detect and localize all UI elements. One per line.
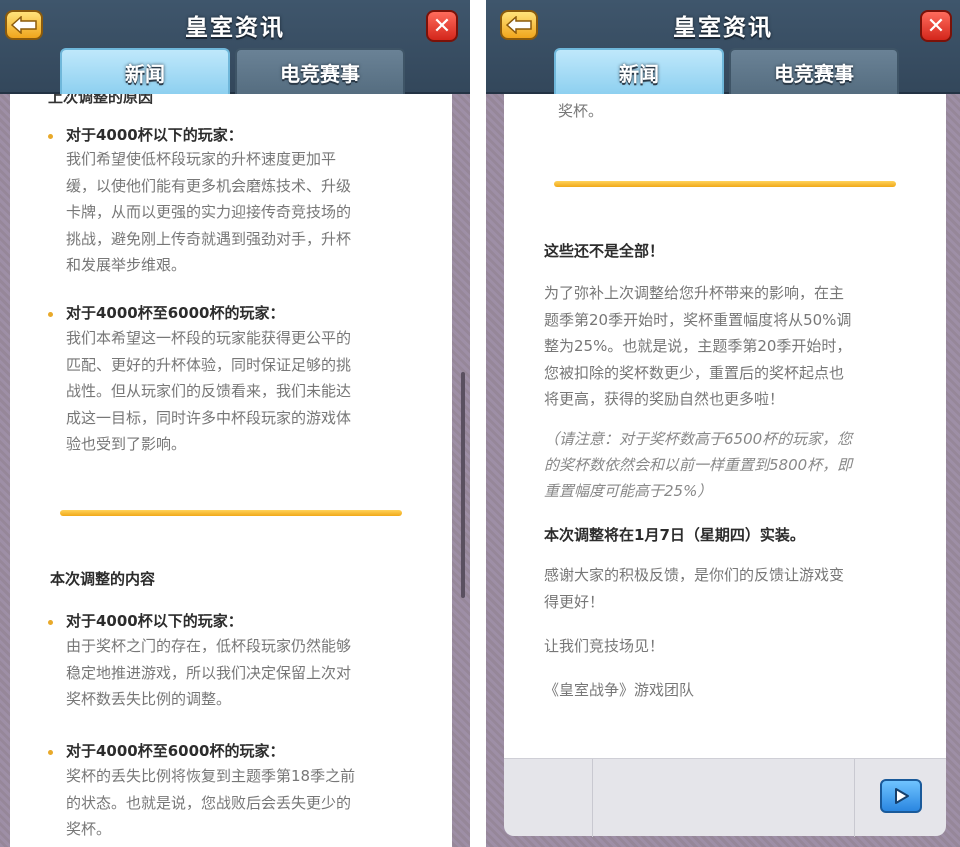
bullet-body: 我们本希望这一杯段的玩家能获得更公平的 匹配、更好的升杯体验，同时保证足够的挑 …: [66, 329, 352, 453]
left-panel: 皇室资讯 ✕ 新闻 电竞赛事 上次调整的原因 对于4000杯以下的玩家： 我们希…: [0, 0, 470, 847]
bullet-body: 奖杯的丢失比例将恢复到主题季第18季之前 的状态。也就是说，您战败后会丢失更少的…: [66, 767, 356, 838]
footer-bar: [504, 758, 946, 837]
bullet-heading: 对于4000杯至6000杯的玩家：: [66, 742, 285, 760]
header: 皇室资讯 ✕ 新闻 电竞赛事: [486, 0, 960, 94]
bullet-heading: 对于4000杯至6000杯的玩家：: [66, 304, 285, 322]
section-heading: 这些还不是全部！: [544, 242, 665, 260]
page-title: 皇室资讯: [185, 15, 285, 41]
cut-line: 奖杯。: [558, 102, 604, 120]
thanks-paragraph: 感谢大家的积极反馈，是你们的反馈让游戏变 得更好！: [544, 566, 845, 611]
bullet-dot: [48, 312, 53, 317]
paragraph-reset: 为了弥补上次调整给您升杯带来的影响，在主 题季第20季开始时，奖杯重置幅度将从5…: [544, 284, 852, 408]
tab-news[interactable]: 新闻: [554, 48, 724, 94]
release-date: 本次调整将在1月7日（星期四）实装。: [544, 526, 805, 544]
close-button[interactable]: ✕: [426, 10, 458, 42]
bullet-body: 由于奖杯之门的存在，低杯段玩家仍然能够 稳定地推进游戏，所以我们决定保留上次对 …: [66, 637, 352, 708]
news-article: 上次调整的原因 对于4000杯以下的玩家： 我们希望使低杯段玩家的升杯速度更加平…: [10, 94, 452, 847]
news-article: 奖杯。 这些还不是全部！ 为了弥补上次调整给您升杯带来的影响，在主 题季第20季…: [504, 94, 946, 764]
gold-divider: [554, 181, 896, 187]
bullet-heading: 对于4000杯以下的玩家：: [66, 612, 243, 630]
right-panel: 皇室资讯 ✕ 新闻 电竞赛事 奖杯。 这些还不是全部！ 为了弥补上次调整给您升杯…: [486, 0, 960, 847]
bullet-heading: 对于4000杯以下的玩家：: [66, 126, 243, 144]
scrollbar-thumb[interactable]: [461, 372, 465, 598]
play-icon: [895, 788, 909, 804]
footer-separator: [854, 759, 855, 837]
note-paragraph: （请注意：对于奖杯数高于6500杯的玩家，您 的奖杯数依然会和以前一样重置到58…: [544, 430, 853, 500]
section-heading-cut: 上次调整的原因: [48, 94, 154, 106]
section-heading: 本次调整的内容: [50, 570, 156, 588]
tab-esports[interactable]: 电竞赛事: [235, 48, 405, 94]
play-button[interactable]: [880, 779, 922, 813]
tab-news[interactable]: 新闻: [60, 48, 230, 94]
bullet-body: 我们希望使低杯段玩家的升杯速度更加平 缓，以使他们能有更多机会磨炼技术、升级 卡…: [66, 150, 352, 274]
page-title: 皇室资讯: [673, 15, 773, 41]
header: 皇室资讯 ✕ 新闻 电竞赛事: [0, 0, 470, 94]
close-button[interactable]: ✕: [920, 10, 952, 42]
close-icon: ✕: [926, 13, 946, 39]
bullet-dot: [48, 134, 53, 139]
close-icon: ✕: [432, 13, 452, 39]
gold-divider: [60, 510, 402, 516]
signature: 《皇室战争》游戏团队: [544, 681, 695, 699]
footer-separator: [592, 759, 593, 837]
screenshot-gap: [470, 0, 486, 847]
tab-esports[interactable]: 电竞赛事: [729, 48, 899, 94]
bullet-dot: [48, 750, 53, 755]
bullet-dot: [48, 620, 53, 625]
see-you-line: 让我们竞技场见！: [544, 637, 665, 655]
